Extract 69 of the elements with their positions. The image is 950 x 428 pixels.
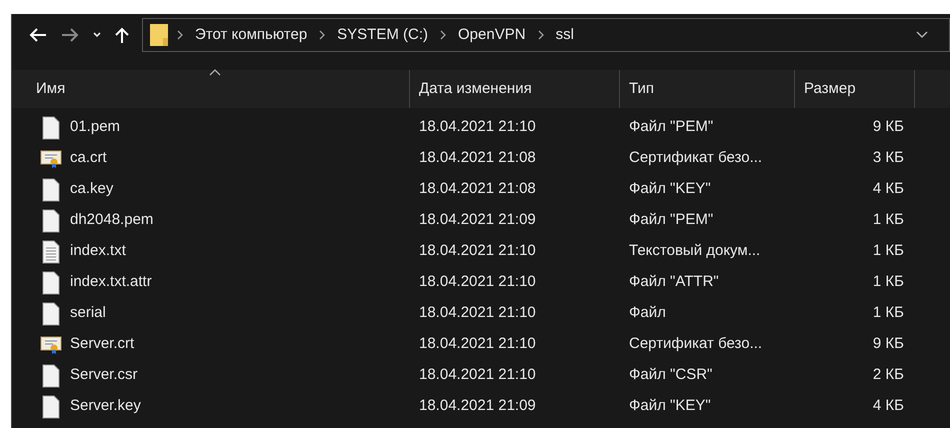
file-icon [42,178,60,202]
file-name[interactable]: index.txt.attr [70,271,152,294]
file-size: 1 КБ [872,273,904,290]
date-modified: 18.04.2021 21:10 [419,242,536,260]
breadcrumb-item[interactable]: OpenVPN [454,24,530,46]
file-icon [42,270,60,294]
forward-arrow-icon[interactable] [60,27,80,43]
file-size: 4 КБ [872,180,904,198]
sort-caret-icon [209,69,221,76]
file-type: Файл "KEY" [629,397,711,414]
up-arrow-icon[interactable] [114,26,130,44]
file-icon [42,364,60,388]
date-modified: 18.04.2021 21:09 [419,397,536,414]
file-name[interactable]: Server.csr [70,364,138,387]
file-type: Файл "ATTR" [629,273,719,290]
file-type: Файл "KEY" [629,180,711,198]
file-name[interactable]: Server.crt [70,333,134,356]
breadcrumb-item[interactable]: Этот компьютер [191,24,312,46]
file-size: 1 КБ [872,304,904,322]
file-type: Файл "PEM" [629,211,714,228]
column-header[interactable]: Имя [36,78,66,100]
certificate-icon [40,148,62,168]
breadcrumb-item[interactable]: ssl [552,24,578,46]
file-size: 9 КБ [872,335,904,352]
file-size: 2 КБ [872,366,904,384]
folder-icon [149,23,169,47]
date-modified: 18.04.2021 21:09 [419,211,536,228]
date-modified: 18.04.2021 21:10 [419,273,536,290]
breadcrumb-item[interactable]: SYSTEM (C:) [333,24,432,46]
file-name[interactable]: Server.key [70,395,141,418]
back-arrow-icon[interactable] [28,27,48,43]
file-name[interactable]: dh2048.pem [70,209,154,232]
date-modified: 18.04.2021 21:10 [419,118,536,136]
file-name[interactable]: ca.crt [70,147,107,170]
file-type: Файл [629,304,666,322]
address-bar[interactable]: Этот компьютер SYSTEM (C:) OpenVPN ssl [142,18,950,52]
chevron-right-icon[interactable] [538,30,544,40]
file-size: 4 КБ [872,397,904,414]
file-name[interactable]: 01.pem [70,116,120,139]
date-modified: 18.04.2021 21:08 [419,149,536,166]
file-icon [42,208,60,232]
file-size: 3 КБ [872,149,904,166]
column-header[interactable]: Размер [804,78,856,100]
date-modified: 18.04.2021 21:10 [419,304,536,322]
chevron-down-icon[interactable] [915,30,929,40]
file-type: Сертификат безо... [629,335,762,352]
chevron-right-icon[interactable] [440,30,446,40]
date-modified: 18.04.2021 21:08 [419,180,536,198]
file-name[interactable]: index.txt [70,240,126,263]
chevron-right-icon[interactable] [177,30,183,40]
file-icon [42,302,60,326]
file-size: 1 КБ [872,211,904,228]
file-size: 9 КБ [872,118,904,136]
file-icon [42,116,60,140]
file-size: 1 КБ [872,242,904,260]
file-type: Файл "CSR" [629,366,712,384]
file-name[interactable]: serial [70,302,106,325]
file-name[interactable]: ca.key [70,178,114,201]
certificate-icon [40,334,62,354]
date-modified: 18.04.2021 21:10 [419,335,536,352]
file-icon [42,394,60,418]
file-type: Файл "PEM" [629,118,714,136]
date-modified: 18.04.2021 21:10 [419,366,536,384]
column-header[interactable]: Дата изменения [419,78,532,100]
column-header[interactable]: Тип [629,78,654,100]
chevron-right-icon[interactable] [319,30,326,40]
file-type: Текстовый докум... [629,242,760,260]
file-type: Сертификат безо... [629,149,762,166]
text-document-icon [42,240,60,264]
